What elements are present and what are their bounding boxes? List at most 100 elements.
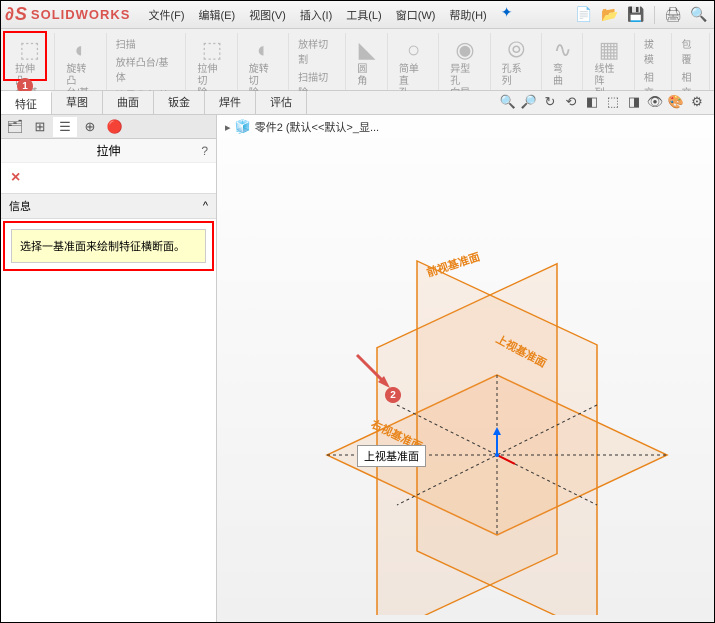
ribbon-group-bend: ∿ 弯曲 [543,33,584,90]
sidebar-tabs: 🗂 ⊞ ☰ ⊕ 🔴 [1,115,216,139]
ribbon-group-revolve-cut: ◐ 旋转切 除 [239,33,289,90]
tab-surfaces[interactable]: 曲面 [103,91,154,114]
bend-label: 弯曲 [553,64,573,88]
ribbon-group-end: 包覆 相交 镜向 [673,33,710,90]
config-tab-icon[interactable]: ☰ [53,117,77,137]
property-title: 拉伸 [96,142,120,159]
ribbon: ⬚ 拉伸凸 台/基 体 1 ◐ 旋转凸 台/基 体 扫描 放样凸台/基体 边界凸… [1,29,714,91]
property-tab-icon[interactable]: ⊞ [28,117,52,137]
sweep-button[interactable]: 扫描 [114,35,180,52]
info-section-header[interactable]: 信息 ^ [1,193,216,219]
app-name: SOLIDWORKS [31,7,131,22]
planes-svg [297,235,677,615]
ribbon-group-hole-series: ⦾ 孔系列 [492,33,542,90]
menu-edit[interactable]: 编辑(E) [193,4,242,26]
draft-button[interactable]: 拔模 [642,35,666,67]
graphics-area[interactable]: ▸ 🧊 零件2 (默认<<默认>_显... [217,115,714,622]
ribbon-group-modify: 拔模 相交 抽壳 [636,33,673,90]
star-icon[interactable]: ✦ [501,4,513,26]
ribbon-group-sweep: 扫描 放样凸台/基体 边界凸台/基体 [108,33,187,90]
zoom-fit-icon[interactable]: 🔍 [499,93,517,111]
view-toolbar: 🔍 🔎 ↻ ⟲ ◧ ⬚ ◨ 👁 🎨 ⚙ [499,93,706,111]
fillet-button[interactable]: ◣ 圆角 [353,35,381,90]
bend-button[interactable]: ∿ 弯曲 [549,35,577,90]
extrude-cut-icon: ⬚ [202,37,223,63]
tab-features[interactable]: 特征 [1,91,52,114]
loft-cut-button[interactable]: 放样切割 [296,35,339,67]
tab-evaluate[interactable]: 评估 [256,91,307,114]
breadcrumb: ▸ 🧊 零件2 (默认<<默认>_显... [225,119,379,135]
tab-sketch[interactable]: 草图 [52,91,103,114]
ribbon-group-fillet: ◣ 圆角 [347,33,388,90]
menu-window[interactable]: 窗口(W) [390,4,442,26]
menu-bar: 文件(F) 编辑(E) 视图(V) 插入(I) 工具(L) 窗口(W) 帮助(H… [142,4,512,26]
hide-show-icon[interactable]: 👁 [646,93,664,111]
rotate-icon[interactable]: ↻ [541,93,559,111]
titlebar: ∂S SOLIDWORKS 文件(F) 编辑(E) 视图(V) 插入(I) 工具… [1,1,714,29]
property-manager: 🗂 ⊞ ☰ ⊕ 🔴 拉伸 ? × 信息 ^ 选择一基准面来绘制特征横断面。 [1,115,217,622]
previous-view-icon[interactable]: ⟲ [562,93,580,111]
new-icon[interactable]: 📄 [573,5,595,25]
plane-tooltip: 上视基准面 [357,445,426,467]
highlight-annotation [3,31,47,81]
ribbon-group-simple-hole: ○ 简单直 孔 [389,33,439,90]
open-icon[interactable]: 📂 [599,5,621,25]
command-tabs: 特征 草图 曲面 钣金 焊件 评估 🔍 🔎 ↻ ⟲ ◧ ⬚ ◨ 👁 🎨 ⚙ [1,91,714,115]
view-settings-icon[interactable]: ⚙ [688,93,706,111]
save-icon[interactable]: 💾 [625,5,647,25]
ribbon-group-extrude: ⬚ 拉伸凸 台/基 体 1 [5,33,55,90]
pattern-icon: ▦ [599,37,620,63]
ribbon-group-pattern: ▦ 线性阵 列 [584,33,634,90]
info-message: 选择一基准面来绘制特征横断面。 [11,229,206,263]
revolve-icon: ◐ [74,37,87,63]
search-icon[interactable]: 🔍 [688,5,710,25]
collapse-icon: ^ [203,200,208,212]
revolve-cut-icon: ◐ [257,37,270,63]
menu-insert[interactable]: 插入(I) [294,4,338,26]
info-label: 信息 [9,198,31,214]
zoom-area-icon[interactable]: 🔎 [520,93,538,111]
quick-access-toolbar: 📄 📂 💾 🖨 🔍 [573,5,710,25]
hole-wizard-icon: ◉ [455,37,474,63]
print-icon[interactable]: 🖨 [662,5,684,25]
ribbon-group-extrude-cut: ⬚ 拉伸切 除 [187,33,237,90]
loft-button[interactable]: 放样凸台/基体 [114,53,180,85]
reference-planes: 前视基准面 上视基准面 右视基准面 上视基准面 2 [297,235,677,615]
dimxpert-tab-icon[interactable]: ⊕ [78,117,102,137]
badge-2: 2 [385,387,401,403]
part-name[interactable]: 零件2 (默认<<默认>_显... [255,119,379,135]
separator [654,6,655,24]
close-button[interactable]: × [1,163,216,193]
menu-help[interactable]: 帮助(H) [443,4,492,26]
ribbon-group-cuts: 放样切割 扫描切除 放样切割 [290,33,346,90]
wrap-button[interactable]: 包覆 [679,35,703,67]
menu-tools[interactable]: 工具(L) [340,4,387,26]
tab-weldments[interactable]: 焊件 [205,91,256,114]
tab-sheetmetal[interactable]: 钣金 [154,91,205,114]
help-icon[interactable]: ? [201,144,208,158]
hole-series-label: 孔系列 [502,64,531,88]
hole-series-button[interactable]: ⦾ 孔系列 [498,35,535,90]
ribbon-group-hole-wizard: ◉ 异型孔 向导 [440,33,490,90]
property-title-bar: 拉伸 ? [1,139,216,163]
appearance-icon[interactable]: 🎨 [667,93,685,111]
bend-icon: ∿ [554,37,572,63]
section-view-icon[interactable]: ◧ [583,93,601,111]
origin-point[interactable] [495,453,499,457]
appearance-tab-icon[interactable]: 🔴 [103,117,127,137]
app-logo: ∂S SOLIDWORKS [5,4,130,25]
breadcrumb-arrow-icon[interactable]: ▸ [225,121,231,134]
view-orientation-icon[interactable]: ⬚ [604,93,622,111]
menu-view[interactable]: 视图(V) [243,4,292,26]
right-plane[interactable] [417,261,597,615]
ribbon-group-revolve: ◐ 旋转凸 台/基 体 [56,33,106,90]
menu-file[interactable]: 文件(F) [142,4,190,26]
part-icon: 🧊 [235,119,251,135]
hole-icon: ○ [407,37,420,63]
solidworks-logo-icon: ∂S [5,4,28,25]
fillet-icon: ◣ [359,37,376,63]
feature-tree-tab-icon[interactable]: 🗂 [3,117,27,137]
info-highlight-box: 选择一基准面来绘制特征横断面。 [3,221,214,271]
main-area: 🗂 ⊞ ☰ ⊕ 🔴 拉伸 ? × 信息 ^ 选择一基准面来绘制特征横断面。 ▸ … [1,115,714,622]
display-style-icon[interactable]: ◨ [625,93,643,111]
